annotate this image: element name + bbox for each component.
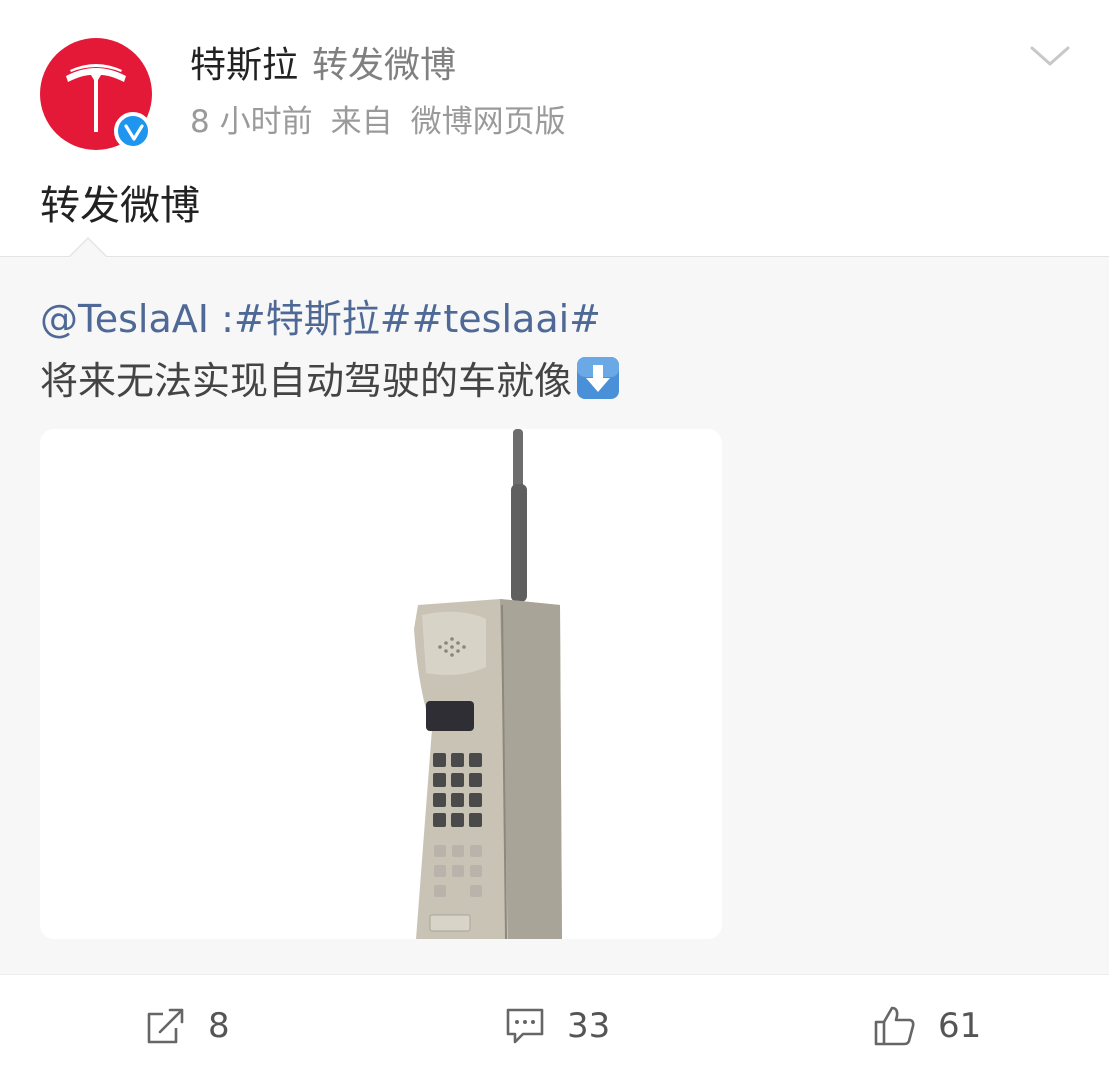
like-button[interactable]: 61 [872, 1001, 981, 1051]
source-prefix: 来自 [330, 104, 393, 140]
down-arrow-emoji-icon [577, 357, 620, 399]
hashtag-teslaai-link[interactable]: #teslaai# [412, 297, 601, 341]
author-line: 特斯拉 转发微博 [190, 42, 456, 90]
author-name[interactable]: 特斯拉 [190, 45, 298, 86]
post-meta: 8 小时前 来自 微博网页版 [190, 100, 566, 144]
retweet-block[interactable]: @TeslaAI :#特斯拉##teslaai# 将来无法实现自动驾驶的车就像 [0, 237, 1109, 975]
action-bar: 8 33 61 [0, 974, 1109, 1081]
brick-phone-illustration [414, 429, 562, 939]
retweet-header: @TeslaAI :#特斯拉##teslaai# [40, 293, 601, 345]
retweet-notch-inner [69, 239, 107, 258]
repost-count: 8 [208, 1006, 230, 1046]
thumbs-up-icon [874, 1006, 915, 1046]
hashtag-tesla-link[interactable]: #特斯拉# [234, 297, 412, 341]
verified-badge-icon [114, 112, 152, 150]
like-count: 61 [938, 1006, 982, 1046]
post-source[interactable]: 微博网页版 [411, 104, 566, 140]
comment-icon [506, 1008, 544, 1044]
weibo-post: 特斯拉 转发微博 8 小时前 来自 微博网页版 转发微博 @TeslaAI :#特斯拉… [0, 0, 1109, 1081]
retweet-text: 将来无法实现自动驾驶的车就像 [40, 355, 620, 407]
repost-icon [147, 1008, 184, 1044]
mention-separator: : [208, 297, 234, 341]
avatar[interactable] [40, 38, 152, 150]
more-options-chevron-down-icon[interactable] [1028, 40, 1072, 72]
mention-link[interactable]: @TeslaAI [40, 297, 209, 341]
comment-count: 33 [567, 1006, 611, 1046]
retweet-image-brick-phone[interactable] [40, 429, 722, 939]
post-action-label: 转发微博 [312, 45, 457, 86]
retweet-body: 将来无法实现自动驾驶的车就像 [40, 359, 573, 403]
comment-button[interactable]: 33 [505, 1001, 610, 1051]
repost-button[interactable]: 8 [146, 1001, 230, 1051]
post-time: 8 小时前 [190, 104, 313, 140]
post-text: 转发微博 [40, 183, 200, 229]
